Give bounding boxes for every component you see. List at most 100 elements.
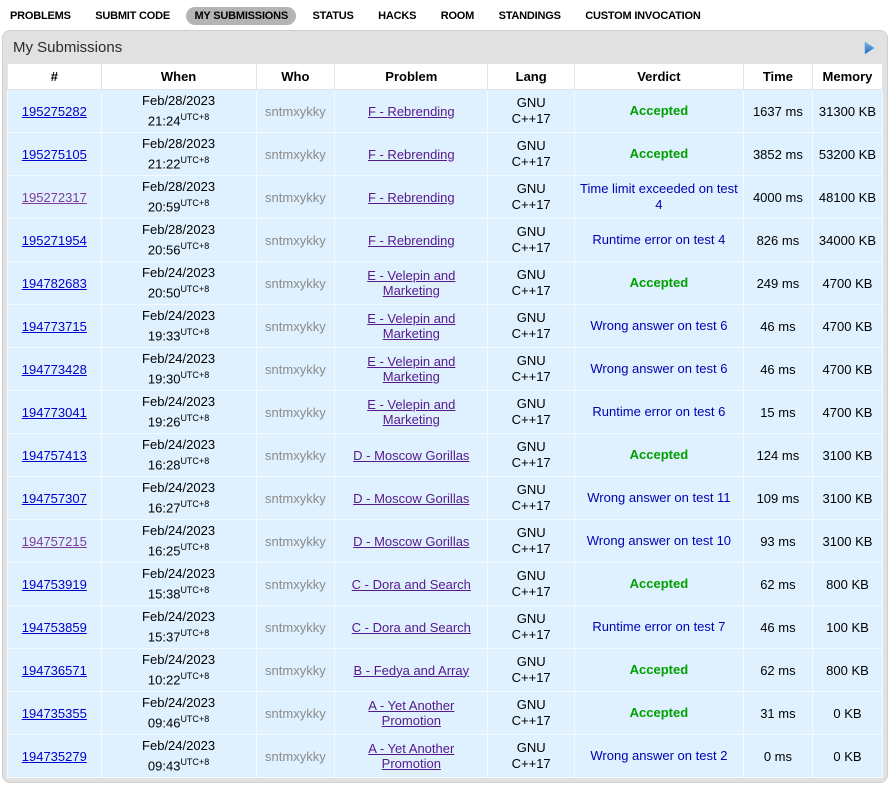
- tab-custom-invocation[interactable]: CUSTOM INVOCATION: [577, 7, 708, 25]
- tab-standings[interactable]: STANDINGS: [491, 7, 569, 25]
- verdict-text[interactable]: Time limit exceeded on test 4: [579, 181, 739, 213]
- verdict-text[interactable]: Wrong answer on test 10: [587, 533, 731, 549]
- verdict-text[interactable]: Wrong answer on test 6: [590, 361, 727, 377]
- tab-hacks[interactable]: HACKS: [370, 7, 424, 25]
- verdict-cell: Accepted: [574, 649, 743, 692]
- tab-status[interactable]: STATUS: [305, 7, 362, 25]
- memory-value: 0 KB: [833, 749, 861, 764]
- problem-link[interactable]: E - Velepin and Marketing: [341, 311, 481, 341]
- submission-time: 19:26UTC+8: [106, 410, 252, 430]
- time-cell: 1637 ms: [743, 90, 812, 133]
- lang-cell: GNU C++17: [488, 90, 575, 133]
- verdict-text[interactable]: Wrong answer on test 6: [590, 318, 727, 334]
- tab-my-submissions[interactable]: MY SUBMISSIONS: [186, 7, 296, 25]
- submission-row: 194736571 Feb/24/2023 10:22UTC+8 sntmxyk…: [8, 649, 883, 692]
- language-label: GNU C++17: [505, 439, 557, 471]
- timezone-label: UTC+8: [180, 499, 209, 509]
- runtime-value: 31 ms: [760, 706, 795, 721]
- verdict-text[interactable]: Runtime error on test 7: [592, 619, 725, 635]
- verdict-text[interactable]: Runtime error on test 4: [592, 232, 725, 248]
- submission-time: 20:59UTC+8: [106, 195, 252, 215]
- who-cell: sntmxykky: [256, 262, 335, 305]
- verdict-text[interactable]: Accepted: [630, 275, 689, 291]
- submission-row: 194757307 Feb/24/2023 16:27UTC+8 sntmxyk…: [8, 477, 883, 520]
- who-cell: sntmxykky: [256, 735, 335, 778]
- when-cell: Feb/24/2023 15:37UTC+8: [101, 606, 256, 649]
- submitter-handle: sntmxykky: [265, 362, 326, 377]
- submission-id-link[interactable]: 194773041: [22, 405, 87, 420]
- memory-cell: 31300 KB: [812, 90, 882, 133]
- problem-link[interactable]: A - Yet Another Promotion: [341, 698, 481, 728]
- submission-time: 09:43UTC+8: [106, 754, 252, 774]
- problem-link[interactable]: C - Dora and Search: [352, 620, 471, 635]
- submission-id-link[interactable]: 195275105: [22, 147, 87, 162]
- submitter-handle: sntmxykky: [265, 448, 326, 463]
- verdict-text[interactable]: Runtime error on test 6: [592, 404, 725, 420]
- problem-cell: D - Moscow Gorillas: [335, 520, 488, 563]
- problem-link[interactable]: D - Moscow Gorillas: [353, 448, 469, 463]
- submission-row: 195271954 Feb/28/2023 20:56UTC+8 sntmxyk…: [8, 219, 883, 262]
- submission-id-link[interactable]: 194773715: [22, 319, 87, 334]
- submission-id-link[interactable]: 194736571: [22, 663, 87, 678]
- submitter-handle: sntmxykky: [265, 491, 326, 506]
- timezone-label: UTC+8: [180, 198, 209, 208]
- verdict-text[interactable]: Accepted: [630, 103, 689, 119]
- submitter-handle: sntmxykky: [265, 577, 326, 592]
- verdict-cell: Accepted: [574, 434, 743, 477]
- submission-id-cell: 195272317: [8, 176, 102, 219]
- submission-id-link[interactable]: 195271954: [22, 233, 87, 248]
- submission-id-link[interactable]: 195275282: [22, 104, 87, 119]
- submission-id-link[interactable]: 194753919: [22, 577, 87, 592]
- submitter-handle: sntmxykky: [265, 405, 326, 420]
- verdict-text[interactable]: Accepted: [630, 705, 689, 721]
- problem-link[interactable]: A - Yet Another Promotion: [341, 741, 481, 771]
- who-cell: sntmxykky: [256, 606, 335, 649]
- lang-cell: GNU C++17: [488, 477, 575, 520]
- problem-link[interactable]: D - Moscow Gorillas: [353, 534, 469, 549]
- submission-row: 194773041 Feb/24/2023 19:26UTC+8 sntmxyk…: [8, 391, 883, 434]
- verdict-text[interactable]: Accepted: [630, 662, 689, 678]
- submission-id-link[interactable]: 194757413: [22, 448, 87, 463]
- problem-link[interactable]: F - Rebrending: [368, 147, 455, 162]
- problem-link[interactable]: C - Dora and Search: [352, 577, 471, 592]
- submission-id-link[interactable]: 194753859: [22, 620, 87, 635]
- verdict-cell: Accepted: [574, 90, 743, 133]
- submission-id-cell: 194753859: [8, 606, 102, 649]
- time-cell: 62 ms: [743, 649, 812, 692]
- verdict-text[interactable]: Accepted: [630, 447, 689, 463]
- verdict-text[interactable]: Accepted: [630, 146, 689, 162]
- submission-id-link[interactable]: 194757307: [22, 491, 87, 506]
- submission-id-link[interactable]: 194735279: [22, 749, 87, 764]
- submitter-handle: sntmxykky: [265, 233, 326, 248]
- submission-id-link[interactable]: 194782683: [22, 276, 87, 291]
- submission-id-link[interactable]: 194773428: [22, 362, 87, 377]
- timezone-label: UTC+8: [180, 155, 209, 165]
- verdict-cell: Runtime error on test 4: [574, 219, 743, 262]
- submission-id-link[interactable]: 195272317: [22, 190, 87, 205]
- collapse-panel-button[interactable]: [862, 41, 877, 55]
- verdict-text[interactable]: Accepted: [630, 576, 689, 592]
- tab-submit-code[interactable]: SUBMIT CODE: [87, 7, 178, 25]
- problem-link[interactable]: F - Rebrending: [368, 233, 455, 248]
- problem-link[interactable]: F - Rebrending: [368, 104, 455, 119]
- when-cell: Feb/28/2023 20:59UTC+8: [101, 176, 256, 219]
- problem-link[interactable]: E - Velepin and Marketing: [341, 268, 481, 298]
- tab-room[interactable]: ROOM: [433, 7, 482, 25]
- runtime-value: 1637 ms: [753, 104, 803, 119]
- submission-id-link[interactable]: 194757215: [22, 534, 87, 549]
- memory-value: 800 KB: [826, 663, 869, 678]
- time-cell: 3852 ms: [743, 133, 812, 176]
- verdict-text[interactable]: Wrong answer on test 11: [587, 490, 730, 506]
- language-label: GNU C++17: [505, 654, 557, 686]
- lang-cell: GNU C++17: [488, 391, 575, 434]
- verdict-cell: Runtime error on test 6: [574, 391, 743, 434]
- who-cell: sntmxykky: [256, 520, 335, 563]
- problem-link[interactable]: F - Rebrending: [368, 190, 455, 205]
- submission-id-link[interactable]: 194735355: [22, 706, 87, 721]
- problem-link[interactable]: E - Velepin and Marketing: [341, 354, 481, 384]
- problem-link[interactable]: D - Moscow Gorillas: [353, 491, 469, 506]
- verdict-text[interactable]: Wrong answer on test 2: [590, 748, 727, 764]
- tab-problems[interactable]: PROBLEMS: [2, 7, 79, 25]
- problem-link[interactable]: E - Velepin and Marketing: [341, 397, 481, 427]
- problem-link[interactable]: B - Fedya and Array: [353, 663, 469, 678]
